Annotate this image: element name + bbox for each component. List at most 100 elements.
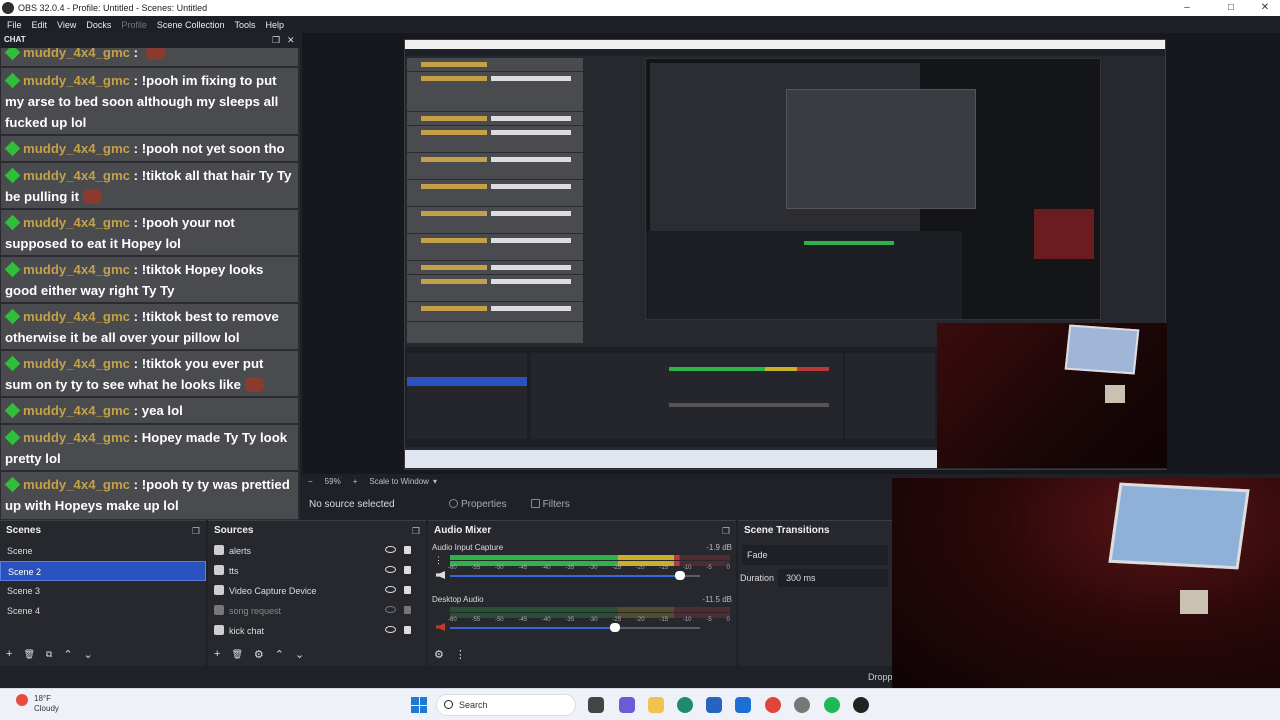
dock-float-icon[interactable]: ❐ (272, 35, 280, 46)
lock-icon[interactable] (404, 566, 411, 574)
minimize-button[interactable]: – (1172, 0, 1202, 16)
move-down-button[interactable]: ⌄ (295, 648, 304, 661)
lock-icon[interactable] (404, 606, 411, 614)
copilot-icon[interactable] (619, 697, 635, 713)
menu-file[interactable]: File (2, 20, 27, 30)
add-source-button[interactable]: + (214, 648, 220, 660)
menu-view[interactable]: View (52, 20, 81, 30)
move-down-button[interactable]: ⌄ (84, 648, 93, 661)
meter-zone-bg (674, 607, 730, 612)
source-item[interactable]: Video Capture Device (208, 581, 426, 601)
visibility-eye-icon[interactable] (385, 586, 396, 593)
close-button[interactable]: ✕ (1250, 0, 1280, 16)
dock-close-icon[interactable]: ✕ (287, 35, 295, 46)
lock-icon[interactable] (404, 626, 411, 634)
taskview-icon[interactable] (588, 697, 604, 713)
sources-toolbar: + 🗑 ⚙ ⌃ ⌄ (208, 646, 426, 662)
duration-input[interactable]: 300 ms (778, 569, 888, 587)
source-item[interactable]: tts (208, 561, 426, 581)
scene-item[interactable]: Scene (0, 541, 206, 561)
dock-float-icon[interactable]: ❐ (722, 521, 730, 541)
chat-message: muddy_4x4_gmc : !tiktok best to remove o… (1, 304, 298, 350)
chat-username: muddy_4x4_gmc (23, 141, 131, 156)
zoom-out-button[interactable]: − (308, 477, 313, 486)
browser-source-icon (214, 625, 224, 635)
chat-message: muddy_4x4_gmc : !pooh your not supposed … (1, 210, 298, 256)
properties-button[interactable]: Properties (449, 498, 507, 510)
chat-text: !pooh not yet soon tho (141, 141, 285, 156)
browser-source-icon (214, 545, 224, 555)
settings-gear-icon[interactable] (794, 697, 810, 713)
menu-scene-collection[interactable]: Scene Collection (152, 20, 230, 30)
visibility-eye-off-icon[interactable] (385, 606, 396, 613)
outlook-icon[interactable] (735, 697, 751, 713)
source-item-hidden[interactable]: song request (208, 601, 426, 621)
volume-slider[interactable] (450, 623, 700, 632)
remove-source-button[interactable]: 🗑 (231, 649, 242, 660)
windows-start-icon[interactable] (411, 697, 427, 713)
chat-username: muddy_4x4_gmc (23, 262, 131, 277)
gear-icon[interactable]: ⚙ (434, 648, 444, 661)
zoom-level: 59% (324, 477, 341, 486)
move-up-button[interactable]: ⌃ (275, 648, 284, 661)
mixer-menu-icon[interactable]: ⋮ (455, 648, 466, 661)
scene-transitions-dock: Scene Transitions Fade Duration 300 ms (738, 520, 892, 666)
filters-button[interactable]: Filters (530, 498, 570, 510)
volume-meter (450, 555, 730, 560)
visibility-eye-icon[interactable] (385, 546, 396, 553)
menu-help[interactable]: Help (260, 20, 289, 30)
chat-username: muddy_4x4_gmc (23, 73, 131, 88)
speaker-muted-icon[interactable] (436, 623, 445, 631)
lock-icon[interactable] (404, 586, 411, 594)
lock-icon[interactable] (404, 546, 411, 554)
maximize-button[interactable]: □ (1216, 0, 1246, 16)
menu-edit[interactable]: Edit (27, 20, 53, 30)
menu-profile[interactable]: Profile (116, 20, 152, 30)
obs-taskbar-icon[interactable] (853, 697, 869, 713)
spotify-icon[interactable] (824, 697, 840, 713)
taskbar-search[interactable]: Search (436, 694, 576, 716)
transition-select[interactable]: Fade (742, 545, 888, 565)
visibility-eye-icon[interactable] (385, 566, 396, 573)
add-scene-button[interactable]: + (6, 648, 12, 660)
menu-tools[interactable]: Tools (229, 20, 260, 30)
chat-message: muddy_4x4_gmc : !tiktok Hopey looks good… (1, 257, 298, 303)
scale-mode-select[interactable]: Scale to Window (369, 477, 429, 486)
emote-icon (244, 377, 264, 392)
scene-filter-button[interactable]: ⧉ (46, 649, 52, 660)
mixer-channel: Audio Input Capture -1.9 dB ⋮ -60 -55 -50-… (432, 543, 734, 589)
meter-level-bar (674, 555, 680, 560)
green-badge-icon (4, 140, 21, 157)
move-up-button[interactable]: ⌃ (63, 648, 72, 661)
meter-level-bar (618, 555, 674, 560)
preview-canvas[interactable] (302, 33, 1280, 474)
chevron-down-icon[interactable]: ▾ (433, 477, 437, 486)
speaker-icon[interactable] (436, 571, 445, 579)
search-icon (444, 700, 453, 709)
chrome-icon[interactable] (765, 697, 781, 713)
volume-slider[interactable] (450, 571, 700, 580)
file-explorer-icon[interactable] (648, 697, 664, 713)
remove-scene-button[interactable]: 🗑 (23, 649, 34, 660)
visibility-eye-icon[interactable] (385, 626, 396, 633)
chat-panel[interactable]: muddy_4x4_gmc : muddy_4x4_gmc : !pooh im… (0, 48, 300, 520)
edge-icon[interactable] (677, 697, 693, 713)
properties-bar: No source selected Properties Filters (302, 492, 892, 516)
dock-float-icon[interactable]: ❐ (192, 521, 200, 541)
weather-widget[interactable]: 18°F Cloudy (16, 694, 59, 714)
channel-menu-icon[interactable]: ⋮ (434, 555, 443, 566)
browser-source-icon (214, 605, 224, 615)
zoom-in-button[interactable]: + (353, 477, 358, 486)
source-item[interactable]: alerts (208, 541, 426, 561)
mixer-channel: Desktop Audio -11.5 dB -60 -55 -50 -45 -40 -3… (432, 595, 734, 641)
scene-item[interactable]: Scene 3 (0, 581, 206, 601)
scene-item[interactable]: Scene 4 (0, 601, 206, 621)
menu-docks[interactable]: Docks (81, 20, 116, 30)
dock-float-icon[interactable]: ❐ (412, 521, 420, 541)
store-icon[interactable] (706, 697, 722, 713)
source-properties-button[interactable]: ⚙ (254, 648, 264, 661)
mixer-toolbar: ⚙ ⋮ (428, 646, 736, 662)
chat-message: muddy_4x4_gmc : !tiktok you ever put sum… (1, 351, 298, 397)
scene-item-selected[interactable]: Scene 2 (0, 561, 206, 581)
source-item[interactable]: kick chat (208, 621, 426, 641)
